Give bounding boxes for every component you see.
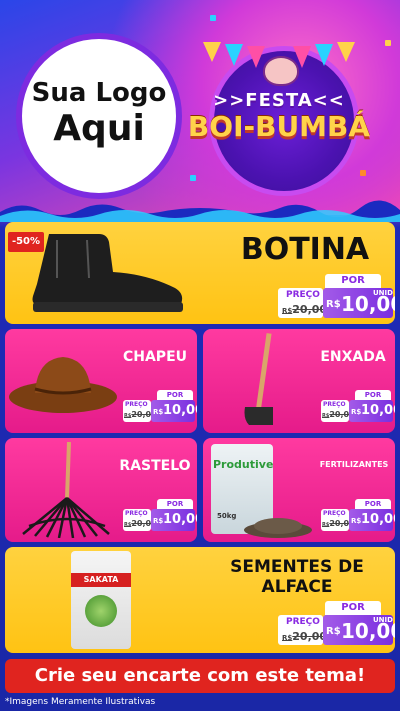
lettuce-icon xyxy=(85,595,117,627)
new-price-box: R$ 10,00 UNID xyxy=(323,615,395,645)
currency: R$ xyxy=(326,299,341,310)
currency: R$ xyxy=(326,626,341,637)
bull-head-icon xyxy=(263,56,299,86)
logo-text: Sua Logo Aqui xyxy=(22,77,176,149)
product-name: CHAPEU xyxy=(122,349,188,365)
currency: R$ xyxy=(351,517,362,525)
new-price: 10,00 xyxy=(163,512,197,527)
preco-label: PREÇO xyxy=(125,510,148,517)
price-por-label: POR xyxy=(325,274,381,288)
granules-pile-icon xyxy=(244,518,312,538)
product-card-featured[interactable]: BOTINA POR PREÇO R$20,00 R$ 10,00 UNID xyxy=(5,222,395,324)
old-price-box: PREÇO R$20,00 xyxy=(321,509,355,531)
product-card-enxada[interactable]: ENXADA POR PREÇO R$20,00 R$ 10,00 xyxy=(203,329,395,433)
hat-icon xyxy=(9,357,117,413)
old-price: R$20,00 xyxy=(282,630,328,643)
seed-packet: SAKATA xyxy=(71,551,131,649)
product-name-line-1: SEMENTES DE xyxy=(230,557,364,577)
old-price-box: PREÇO R$20,00 xyxy=(321,400,355,422)
boot-icon xyxy=(32,234,183,312)
festa-boi-bumba-emblem: >>FESTA<< BOI-BUMBÁ xyxy=(188,38,370,198)
new-price-box: R$ 10,00 xyxy=(151,400,197,422)
preco-label: PREÇO xyxy=(286,290,320,300)
product-name: FERTILIZANTES xyxy=(319,460,389,469)
old-price-box: PREÇO R$20,00 xyxy=(278,288,327,318)
cta-banner[interactable]: Crie seu encarte com este tema! xyxy=(5,659,395,693)
old-price-box: PREÇO R$20,00 xyxy=(123,509,157,531)
new-price-box: R$ 10,00 xyxy=(349,400,395,422)
rake-icon xyxy=(22,442,110,538)
new-price: 10,00 xyxy=(361,403,395,418)
discount-badge: -50% xyxy=(8,232,44,252)
price-por-label: POR xyxy=(157,499,193,509)
preco-label: PREÇO xyxy=(323,401,346,408)
product-name: RASTELO xyxy=(119,458,191,474)
unit-label: UNID xyxy=(373,289,393,297)
new-price: 10,00 xyxy=(163,403,197,418)
logo-line-1: Sua Logo xyxy=(31,78,167,108)
product-name-line-2: ALFACE xyxy=(261,577,333,597)
product-card-chapeu[interactable]: CHAPEU POR PREÇO R$20,00 R$ 10,00 xyxy=(5,329,197,433)
new-price-box: R$ 10,00 xyxy=(151,509,197,531)
new-price-box: R$ 10,00 UNID xyxy=(323,288,395,318)
price-por-label: POR xyxy=(157,390,193,400)
product-name: BOTINA xyxy=(240,232,370,267)
disclaimer-text: *Imagens Meramente Ilustrativas xyxy=(5,697,156,707)
product-card-rastelo[interactable]: RASTELO POR PREÇO R$20,00 R$ 10,00 xyxy=(5,438,197,542)
hoe-icon xyxy=(244,333,273,425)
confetti-piece xyxy=(385,40,391,46)
unit-label: UNID xyxy=(373,616,393,624)
preco-label: PREÇO xyxy=(125,401,148,408)
packet-brand: SAKATA xyxy=(71,573,131,587)
new-price-box: R$ 10,00 xyxy=(349,509,395,531)
preco-label: PREÇO xyxy=(286,617,320,627)
bag-brand: Produtive xyxy=(213,458,274,471)
old-price: R$20,00 xyxy=(282,303,328,316)
preco-label: PREÇO xyxy=(323,510,346,517)
price-por-label: POR xyxy=(355,499,391,509)
flyer-page: Sua Logo Aqui >>FESTA<< BOI-BUMBÁ BOTINA… xyxy=(0,0,400,711)
product-card-fertilizantes[interactable]: Produtive 50kg FERTILIZANTES POR PREÇO R… xyxy=(203,438,395,542)
logo-placeholder[interactable]: Sua Logo Aqui xyxy=(16,33,182,199)
old-price-box: PREÇO R$20,00 xyxy=(278,615,327,645)
price-por-label: POR xyxy=(325,601,381,615)
product-card-sementes[interactable]: SAKATA SEMENTES DE ALFACE POR PREÇO R$20… xyxy=(5,547,395,653)
currency: R$ xyxy=(153,408,164,416)
confetti-piece xyxy=(210,15,216,21)
price-por-label: POR xyxy=(355,390,391,400)
wave-divider xyxy=(0,200,400,222)
logo-line-2: Aqui xyxy=(53,108,145,149)
currency: R$ xyxy=(351,408,362,416)
currency: R$ xyxy=(153,517,164,525)
festa-title: >>FESTA<< xyxy=(213,90,345,111)
festa-subtitle: BOI-BUMBÁ xyxy=(187,110,371,143)
bag-weight: 50kg xyxy=(217,512,237,520)
old-price-box: PREÇO R$20,00 xyxy=(123,400,157,422)
new-price: 10,00 xyxy=(361,512,395,527)
product-name: SEMENTES DE ALFACE xyxy=(217,557,377,597)
product-name: ENXADA xyxy=(320,349,386,365)
